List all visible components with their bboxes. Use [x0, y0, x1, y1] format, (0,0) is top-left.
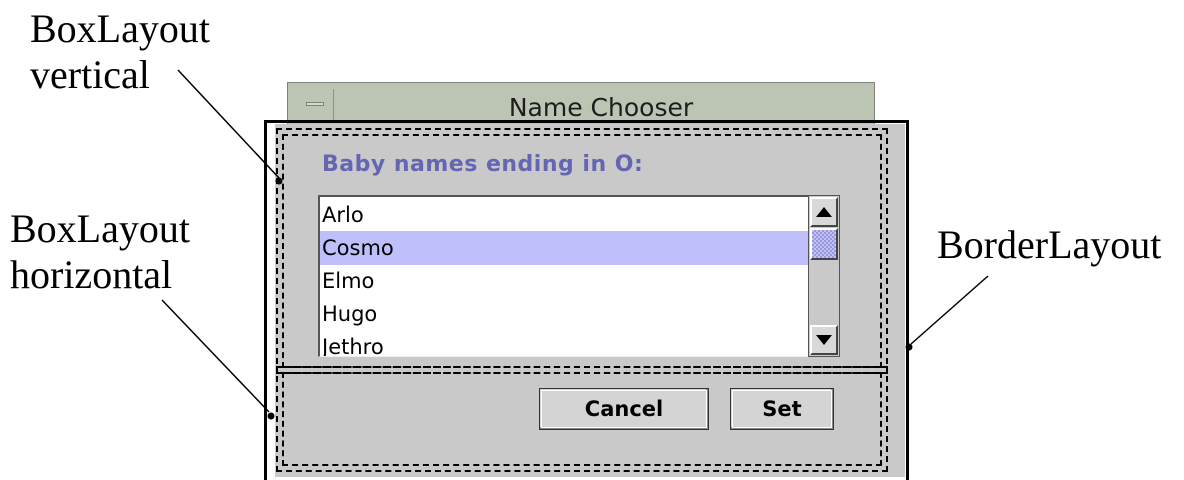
annotation-line: BoxLayout — [30, 6, 210, 51]
annotation-boxlayout-horizontal: BoxLayout horizontal — [10, 206, 190, 298]
annotation-line: horizontal — [10, 252, 173, 297]
leader-line-horizontal — [161, 299, 270, 413]
annotation-line: BorderLayout — [937, 222, 1162, 267]
window-menu-button[interactable] — [296, 89, 334, 123]
window-menu-icon — [306, 102, 324, 106]
boxlayout-vertical-outline-inner — [282, 134, 882, 368]
annotation-boxlayout-vertical: BoxLayout vertical — [30, 6, 210, 98]
annotation-borderlayout: BorderLayout — [937, 222, 1161, 268]
leader-line-border — [910, 275, 989, 345]
annotation-line: BoxLayout — [10, 206, 190, 251]
boxlayout-horizontal-outline-inner — [282, 372, 882, 466]
annotation-line: vertical — [30, 52, 150, 97]
